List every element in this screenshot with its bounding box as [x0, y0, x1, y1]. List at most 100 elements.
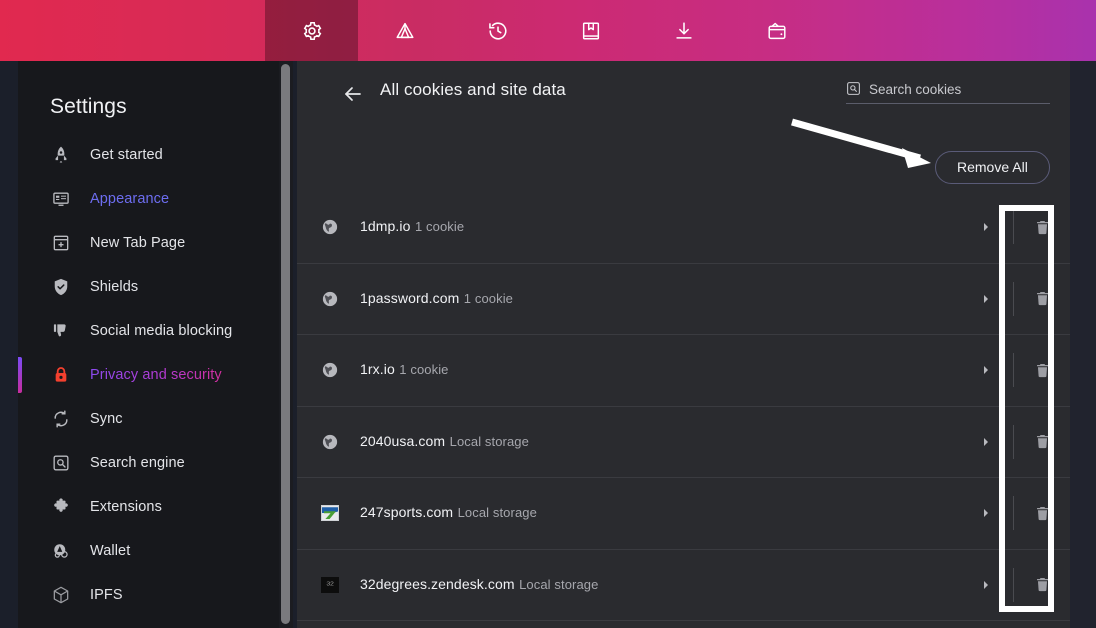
gear-icon — [301, 20, 323, 42]
cookies-content-panel: All cookies and site data Remove All — [297, 61, 1070, 628]
content-header: All cookies and site data Remove All — [297, 61, 1070, 192]
site-name: 1rx.io — [360, 361, 395, 378]
toolbar-button-history[interactable] — [451, 0, 544, 61]
sidebar-item-new-tab-page[interactable]: New Tab Page — [18, 221, 293, 265]
sidebar-item-label: Get started — [90, 147, 163, 163]
thumbs-down-icon — [50, 320, 72, 342]
search-icon — [846, 81, 861, 96]
sidebar-item-ipfs[interactable]: IPFS — [18, 573, 293, 617]
rocket-icon — [50, 144, 72, 166]
sidebar-item-label: New Tab Page — [90, 235, 186, 251]
globe-icon — [320, 217, 340, 237]
row-text: 2040usa.com Local storage — [360, 433, 979, 451]
sidebar-item-social-media-blocking[interactable]: Social media blocking — [18, 309, 293, 353]
remove-all-button[interactable]: Remove All — [935, 151, 1050, 184]
row-text: 32degrees.zendesk.com Local storage — [360, 576, 979, 594]
sidebar-item-sync[interactable]: Sync — [18, 397, 293, 441]
sidebar-item-search-engine[interactable]: Search engine — [18, 441, 293, 485]
favicon-32degrees: 32 — [320, 575, 340, 595]
sidebar-item-privacy-and-security[interactable]: Privacy and security — [18, 353, 293, 397]
table-row[interactable]: 32 32degrees.zendesk.com Local storage — [297, 550, 1070, 621]
chevron-right-icon[interactable] — [979, 293, 993, 305]
site-detail: Local storage — [519, 576, 599, 592]
page-title: Settings — [50, 95, 127, 118]
delete-site-button[interactable] — [1014, 432, 1070, 451]
sidebar-item-label: Social media blocking — [90, 323, 233, 339]
history-clock-icon — [487, 20, 509, 42]
settings-sidebar: Settings Get started Appearance New Tab … — [18, 61, 293, 628]
row-text: 1dmp.io 1 cookie — [360, 218, 979, 236]
toolbar-left-spacer — [0, 0, 265, 61]
site-detail: 1 cookie — [463, 290, 514, 306]
row-text: 1password.com 1 cookie — [360, 290, 979, 308]
sidebar-item-label: IPFS — [90, 587, 123, 603]
delete-site-button[interactable] — [1014, 218, 1070, 237]
toolbar-button-brave-shields[interactable] — [358, 0, 451, 61]
chevron-right-icon[interactable] — [979, 507, 993, 519]
sidebar-item-shields[interactable]: Shields — [18, 265, 293, 309]
toolbar-button-bookmarks[interactable] — [544, 0, 637, 61]
site-detail: Local storage — [457, 505, 537, 521]
table-row[interactable]: 1password.com 1 cookie — [297, 264, 1070, 335]
new-tab-plus-icon — [50, 232, 72, 254]
back-arrow-icon[interactable] — [341, 82, 365, 106]
sidebar-item-label: Search engine — [90, 455, 185, 471]
sidebar-item-extensions[interactable]: Extensions — [18, 485, 293, 529]
toolbar-button-wallet[interactable] — [730, 0, 823, 61]
download-arrow-icon — [673, 20, 695, 42]
globe-icon — [320, 289, 340, 309]
search-input[interactable] — [869, 82, 1050, 97]
bookmark-book-icon — [580, 20, 602, 42]
table-row[interactable]: 1dmp.io 1 cookie — [297, 192, 1070, 264]
toolbar-button-settings[interactable] — [265, 0, 358, 61]
puzzle-piece-icon — [50, 496, 72, 518]
table-row[interactable]: 2040usa.com Local storage — [297, 407, 1070, 478]
delete-site-button[interactable] — [1014, 504, 1070, 523]
cube-icon — [50, 584, 72, 606]
delete-site-button[interactable] — [1014, 361, 1070, 380]
toolbar-right-spacer — [823, 0, 1096, 61]
browser-toolbar — [0, 0, 1096, 61]
table-row-partial[interactable] — [297, 621, 1070, 628]
table-row[interactable]: 1rx.io 1 cookie — [297, 335, 1070, 407]
chevron-right-icon[interactable] — [979, 221, 993, 233]
sidebar-scrollbar-thumb[interactable] — [281, 64, 290, 624]
site-name: 1password.com — [360, 289, 460, 306]
site-detail: 1 cookie — [414, 219, 465, 235]
search-cookies-field[interactable] — [846, 81, 1050, 104]
sidebar-item-label: Shields — [90, 279, 139, 295]
row-text: 1rx.io 1 cookie — [360, 361, 979, 379]
sidebar-item-label: Extensions — [90, 499, 162, 515]
shield-check-icon — [50, 276, 72, 298]
site-name: 2040usa.com — [360, 432, 446, 449]
search-square-icon — [50, 452, 72, 474]
sidebar-item-wallet[interactable]: Wallet — [18, 529, 293, 573]
sidebar-item-get-started[interactable]: Get started — [18, 133, 293, 177]
delete-site-button[interactable] — [1014, 575, 1070, 594]
sidebar-item-appearance[interactable]: Appearance — [18, 177, 293, 221]
brave-lion-icon — [394, 20, 416, 42]
browser-window: Settings Get started Appearance New Tab … — [0, 0, 1096, 628]
sidebar-item-label: Wallet — [90, 543, 131, 559]
chevron-right-icon[interactable] — [979, 436, 993, 448]
site-name: 1dmp.io — [360, 218, 411, 235]
site-detail: 1 cookie — [399, 362, 449, 378]
appearance-panel-icon — [50, 188, 72, 210]
globe-icon — [320, 432, 340, 452]
site-name: 247sports.com — [360, 504, 454, 521]
chevron-right-icon[interactable] — [979, 579, 993, 591]
toolbar-button-downloads[interactable] — [637, 0, 730, 61]
favicon-247sports — [320, 503, 340, 523]
delete-site-button[interactable] — [1014, 289, 1070, 308]
site-name: 32degrees.zendesk.com — [360, 575, 515, 592]
lock-icon — [50, 364, 72, 386]
wallet-token-icon — [50, 540, 72, 562]
globe-icon — [320, 360, 340, 380]
sidebar-item-label: Appearance — [90, 191, 170, 207]
row-text: 247sports.com Local storage — [360, 504, 979, 522]
chevron-right-icon[interactable] — [979, 364, 993, 376]
table-row[interactable]: 247sports.com Local storage — [297, 478, 1070, 550]
cookies-list: 1dmp.io 1 cookie 1password.com 1 cookie — [297, 192, 1070, 628]
page-background-gap — [1070, 61, 1096, 628]
page-heading: All cookies and site data — [380, 80, 566, 99]
